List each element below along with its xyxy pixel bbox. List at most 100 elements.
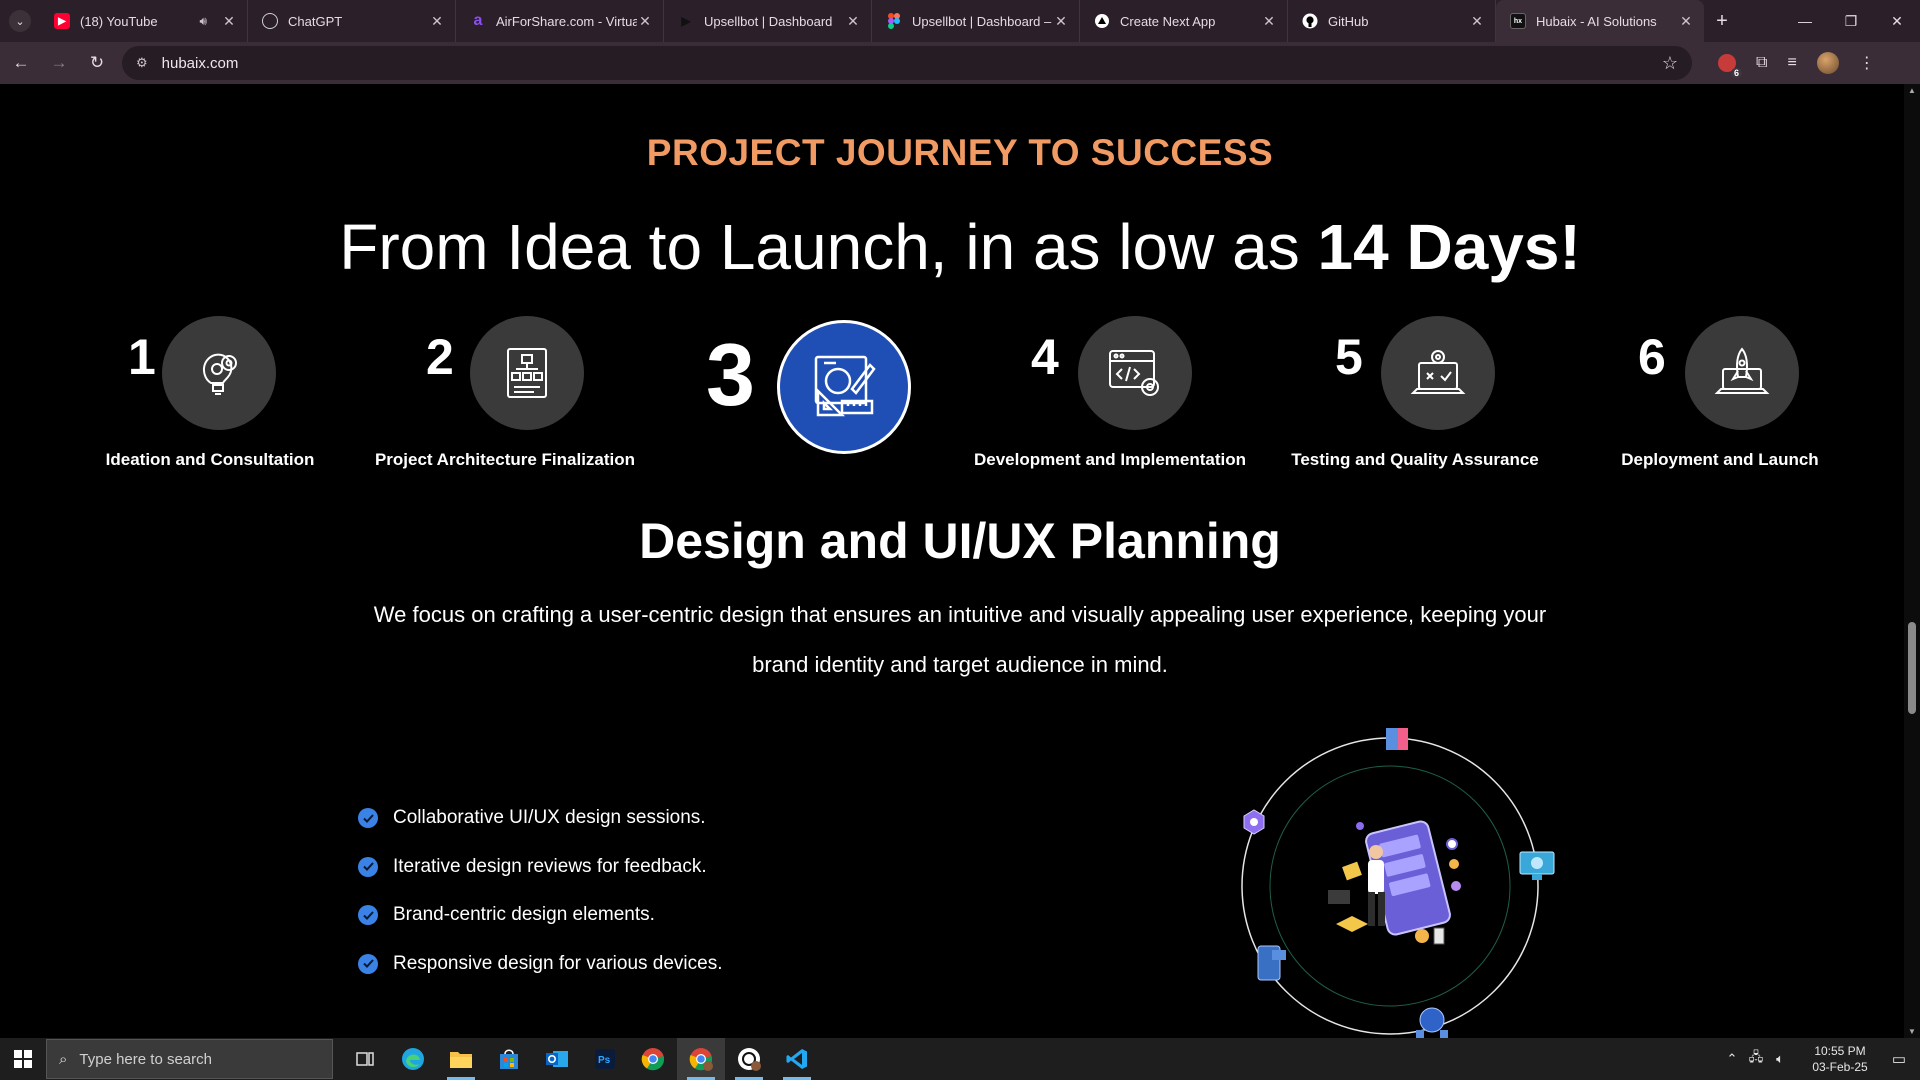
code-window-gear-icon <box>1078 316 1192 430</box>
close-icon[interactable]: ✕ <box>1469 13 1485 30</box>
github-icon <box>1302 13 1318 29</box>
taskbar-chatgpt-app[interactable] <box>725 1038 773 1080</box>
journey-step-5[interactable]: 5 Testing and Quality Assurance <box>1285 316 1545 516</box>
forward-button[interactable]: → <box>42 46 76 80</box>
close-icon[interactable]: ✕ <box>1053 13 1069 30</box>
close-window-button[interactable]: ✕ <box>1874 0 1920 42</box>
profile-avatar[interactable] <box>1816 52 1839 74</box>
close-icon[interactable]: ✕ <box>221 13 237 30</box>
step-label: Deployment and Launch <box>1621 450 1819 469</box>
taskbar-chrome-profile[interactable] <box>677 1038 725 1080</box>
folder-icon <box>450 1052 472 1068</box>
minimize-button[interactable]: — <box>1782 0 1828 42</box>
tab-hubaix[interactable]: hx Hubaix - AI Solutions ✕ <box>1496 0 1704 42</box>
tab-title: Hubaix - AI Solutions <box>1536 13 1657 29</box>
chevron-up-icon[interactable]: ⌃ <box>1720 1051 1744 1067</box>
tab-youtube[interactable]: ▶ (18) YouTube 🔊︎ ✕ <box>40 0 248 42</box>
journey-step-4[interactable]: 4 Development and Implementation <box>965 316 1255 516</box>
vscode-icon <box>786 1049 807 1069</box>
chrome-icon <box>641 1048 665 1071</box>
volume-icon[interactable]: 🔈︎ <box>1768 1051 1792 1067</box>
headline-bold: 14 Days! <box>1317 211 1581 283</box>
speaker-icon[interactable]: 🔊︎ <box>199 14 207 29</box>
page-scrollbar[interactable]: ▲ ▼ <box>1904 84 1920 1038</box>
orbit-node-bottom-left <box>1257 945 1286 981</box>
list-item: Brand-centric design elements. <box>358 891 723 940</box>
close-icon[interactable]: ✕ <box>1261 13 1277 30</box>
feature-text: Iterative design reviews for feedback. <box>393 855 707 877</box>
feature-text: Brand-centric design elements. <box>393 904 655 926</box>
reload-button[interactable]: ↻ <box>80 46 114 80</box>
clock-time: 10:55 PM <box>1814 1044 1866 1058</box>
svg-text:Ps: Ps <box>598 1055 611 1066</box>
step-number: 1 <box>128 329 156 385</box>
architecture-document-icon <box>470 316 584 430</box>
tab-title: (18) YouTube <box>80 13 158 29</box>
rocket-laptop-icon <box>1685 316 1799 430</box>
windows-start-button[interactable] <box>0 1038 46 1080</box>
taskbar-edge[interactable] <box>389 1038 437 1080</box>
tab-title: Upsellbot | Dashboard <box>704 13 833 29</box>
taskbar-search-input[interactable]: ⌕ Type here to search <box>46 1039 333 1079</box>
back-button[interactable]: ← <box>4 46 38 80</box>
extension-icon[interactable]: 6 <box>1718 54 1742 78</box>
restore-button[interactable]: ❐ <box>1828 0 1874 42</box>
close-icon[interactable]: ✕ <box>845 13 861 30</box>
feature-text: Responsive design for various devices. <box>393 952 723 974</box>
site-info-icon[interactable]: ⚙ <box>136 55 148 71</box>
step-number: 4 <box>1031 329 1059 385</box>
bookmark-star-icon[interactable]: ☆ <box>1662 53 1678 74</box>
tab-github[interactable]: GitHub ✕ <box>1288 0 1496 42</box>
orbit-node-top <box>1386 728 1408 750</box>
photoshop-icon: Ps <box>595 1049 615 1069</box>
tab-airforshare[interactable]: a AirForShare.com - Virtual ✕ <box>456 0 664 42</box>
section-eyebrow: PROJECT JOURNEY TO SUCCESS <box>646 132 1274 173</box>
section-headline: From Idea to Launch, in as low as 14 Day… <box>0 210 1920 284</box>
tab-chatgpt[interactable]: ChatGPT ✕ <box>248 0 456 42</box>
task-view-button[interactable] <box>341 1038 389 1080</box>
step-number: 3 <box>706 325 755 424</box>
scrollbar-thumb[interactable] <box>1908 622 1916 714</box>
more-menu-icon[interactable]: ⋮ <box>1859 53 1875 73</box>
extensions-puzzle-icon[interactable]: ⧉ <box>1756 54 1767 72</box>
taskbar-outlook[interactable] <box>533 1038 581 1080</box>
scroll-down-arrow-icon[interactable]: ▼ <box>1904 1027 1920 1036</box>
tab-search-button[interactable]: ⌄ <box>0 0 40 42</box>
extension-badge-count: 6 <box>1730 68 1742 78</box>
orbit-node-right <box>1519 851 1555 880</box>
taskbar-store[interactable] <box>485 1038 533 1080</box>
media-controls-icon[interactable]: ≡ <box>1787 54 1796 72</box>
page-viewport: PROJECT JOURNEY TO SUCCESS From Idea to … <box>0 84 1920 1038</box>
design-tools-icon <box>777 320 911 454</box>
address-bar[interactable]: ⚙ hubaix.com ☆ <box>122 46 1692 80</box>
close-icon[interactable]: ✕ <box>429 13 445 30</box>
url-text: hubaix.com <box>161 54 239 72</box>
browser-toolbar: ← → ↻ ⚙ hubaix.com ☆ 6 ⧉ ≡ ⋮ <box>0 42 1920 84</box>
scroll-up-arrow-icon[interactable]: ▲ <box>1904 86 1920 95</box>
close-icon[interactable]: ✕ <box>1678 13 1694 30</box>
active-step-description: We focus on crafting a user-centric desi… <box>373 602 1547 677</box>
edge-icon <box>402 1048 424 1070</box>
notification-center-icon[interactable]: ▭ <box>1878 1050 1920 1068</box>
new-tab-button[interactable]: + <box>1704 0 1740 42</box>
tab-upsellbot-dashboard[interactable]: ▶ Upsellbot | Dashboard ✕ <box>664 0 872 42</box>
check-circle-icon <box>358 808 378 829</box>
tab-create-next-app[interactable]: Create Next App ✕ <box>1080 0 1288 42</box>
system-clock[interactable]: 10:55 PM 03-Feb-25 <box>1802 1043 1878 1075</box>
feature-list: Collaborative UI/UX design sessions. Ite… <box>358 794 723 988</box>
taskbar-file-explorer[interactable] <box>437 1038 485 1080</box>
journey-step-3-active[interactable]: 3 <box>700 320 920 520</box>
list-item: Responsive design for various devices. <box>358 940 723 989</box>
tab-upsellbot-figma[interactable]: Upsellbot | Dashboard – F ✕ <box>872 0 1080 42</box>
taskbar-vscode[interactable] <box>773 1038 821 1080</box>
taskbar-photoshop[interactable]: Ps <box>581 1038 629 1080</box>
clock-date: 03-Feb-25 <box>1812 1060 1868 1074</box>
taskbar-chrome[interactable] <box>629 1038 677 1080</box>
network-icon[interactable]: 🖧︎ <box>1744 1048 1768 1070</box>
journey-step-1[interactable]: 1 Ideation and Consultation <box>90 316 330 516</box>
journey-step-2[interactable]: 2 Project Architecture Finalization <box>370 316 640 516</box>
close-icon[interactable]: ✕ <box>637 13 653 30</box>
journey-step-6[interactable]: 6 Deployment and Launch <box>1600 316 1840 516</box>
windows-taskbar: ⌕ Type here to search Ps ⌃ 🖧︎ 🔈︎ 10:55 P… <box>0 1038 1920 1080</box>
feature-text: Collaborative UI/UX design sessions. <box>393 807 706 829</box>
